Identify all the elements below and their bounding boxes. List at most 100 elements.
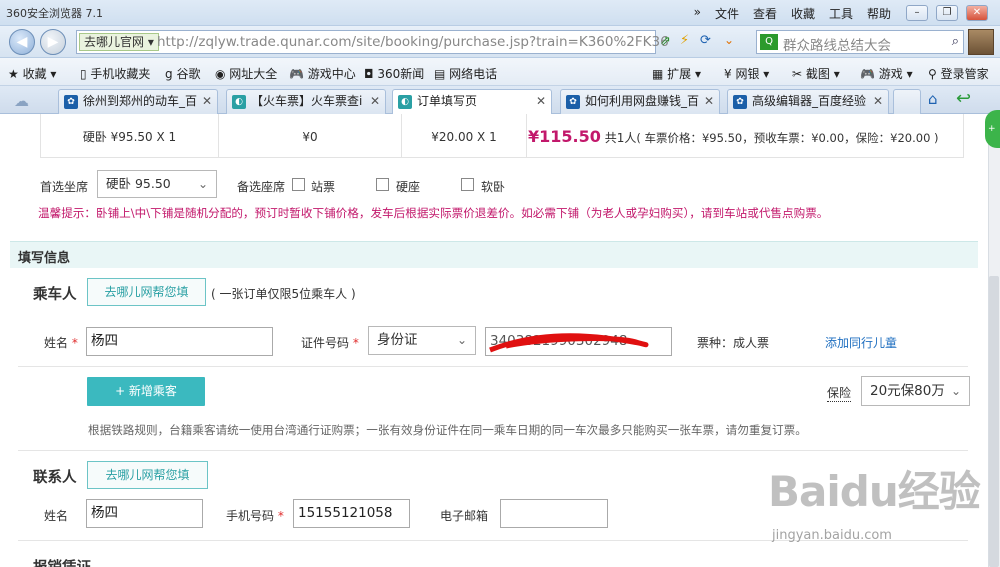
- undo-icon[interactable]: ↩: [956, 88, 971, 109]
- app-title: 360安全浏览器 7.1: [6, 7, 103, 20]
- checkbox-standing[interactable]: [292, 178, 305, 191]
- menu-view[interactable]: 查看: [753, 5, 777, 22]
- bookmark-extensions[interactable]: ▦ 扩展 ▾: [652, 65, 701, 82]
- bookmark-sites[interactable]: ◉ 网址大全: [215, 65, 277, 82]
- bookmark-login[interactable]: ⚲ 登录管家: [928, 65, 989, 82]
- passenger-autofill-button[interactable]: 去哪儿网帮您填: [87, 278, 206, 306]
- chevron-down-icon: ⌄: [456, 333, 467, 347]
- bookmark-bank[interactable]: ¥ 网银 ▾: [724, 65, 769, 82]
- bookmark-label: 截图: [805, 67, 830, 81]
- tab-5[interactable]: ✿ 高级编辑器_百度经验 ✕: [727, 89, 889, 114]
- new-tab-button[interactable]: [893, 89, 921, 114]
- section-title: 填写信息: [18, 251, 71, 266]
- bookmark-label: 网银: [735, 67, 760, 81]
- menu-arrow-icon[interactable]: »: [694, 5, 701, 22]
- url-bar[interactable]: 去哪儿官网 ▾ http://zqlyw.trade.qunar.com/sit…: [76, 30, 669, 54]
- tab-label: 徐州到郑州的动车_百: [83, 94, 198, 108]
- chevron-down-icon: ⌄: [197, 177, 208, 191]
- required-mark: *: [71, 336, 78, 350]
- camel-icon: ◐: [398, 95, 412, 109]
- option-soft-sleeper: 软卧: [481, 180, 506, 194]
- contact-name-input[interactable]: 杨四: [86, 499, 203, 528]
- close-tab-icon[interactable]: ✕: [202, 90, 212, 113]
- contact-autofill-button[interactable]: 去哪儿网帮您填: [87, 461, 208, 489]
- id-type-value: 身份证: [377, 332, 418, 348]
- back-button[interactable]: ◀: [9, 29, 35, 55]
- maximize-button[interactable]: ❐: [936, 5, 958, 21]
- menu-tools[interactable]: 工具: [829, 5, 853, 22]
- avatar[interactable]: [968, 29, 994, 55]
- add-child-link[interactable]: 添加同行儿童: [825, 334, 897, 351]
- cloud-icon[interactable]: ☁: [14, 92, 29, 110]
- seat-pref-label: 首选坐席: [40, 180, 89, 194]
- url-text[interactable]: http://zqlyw.trade.qunar.com/site/bookin…: [157, 34, 669, 50]
- dropdown-icon[interactable]: ⌄: [724, 33, 734, 47]
- phone-input[interactable]: 15155121058: [293, 499, 410, 528]
- price-seat: 硬卧 ¥95.50 X 1: [41, 114, 219, 158]
- menu-favorites[interactable]: 收藏: [791, 5, 815, 22]
- add-passenger-button[interactable]: + 新增乘客: [87, 377, 205, 406]
- insurance-label: 保险: [827, 386, 852, 402]
- tab-1[interactable]: ✿ 徐州到郑州的动车_百 ✕: [58, 89, 218, 114]
- baidu-watermark: Baidu经验: [768, 458, 981, 519]
- tab-label: 【火车票】火车票查i: [251, 94, 363, 108]
- bookmark-label: 谷歌: [176, 67, 201, 81]
- bookmark-news[interactable]: ◘ 360新闻: [364, 65, 424, 82]
- site-chip[interactable]: 去哪儿官网 ▾: [79, 33, 159, 51]
- receipt-heading: 报销凭证: [33, 556, 91, 567]
- checkbox-soft-sleeper[interactable]: [461, 178, 474, 191]
- id-type-select[interactable]: 身份证 ⌄: [368, 326, 476, 355]
- seat-pref-select[interactable]: 硬卧 95.50 ⌄: [97, 170, 217, 198]
- bookmark-screenshot[interactable]: ✂ 截图 ▾: [792, 65, 840, 82]
- refresh-icon[interactable]: ⟳: [700, 33, 711, 48]
- email-input[interactable]: [500, 499, 608, 528]
- close-tab-icon[interactable]: ✕: [536, 90, 546, 113]
- checkbox-hard-seat[interactable]: [376, 178, 389, 191]
- bookmark-phone[interactable]: ▤ 网络电话: [434, 65, 497, 82]
- home-icon[interactable]: ⌂: [928, 90, 938, 108]
- tab-4[interactable]: ✿ 如何利用网盘赚钱_百 ✕: [560, 89, 720, 114]
- bookmark-games[interactable]: 🎮 游戏中心: [289, 65, 356, 82]
- scrollbar-thumb[interactable]: [989, 276, 999, 567]
- contact-heading: 联系人: [33, 470, 77, 486]
- search-box[interactable]: Q 群众路线总结大会 ⌕: [756, 30, 964, 54]
- search-engine-icon[interactable]: Q: [760, 34, 778, 50]
- id-number-input[interactable]: 3403821990302948: [485, 327, 672, 356]
- bookmark-label: 游戏中心: [307, 67, 356, 81]
- passenger-name-input[interactable]: 杨四: [86, 327, 273, 356]
- close-tab-icon[interactable]: ✕: [704, 90, 714, 113]
- contact-name-label: 姓名: [44, 509, 69, 523]
- bookmark-label: 扩展: [667, 67, 692, 81]
- minimize-button[interactable]: –: [906, 5, 928, 21]
- close-button[interactable]: ✕: [966, 5, 988, 21]
- tab-3-active[interactable]: ◐ 订单填写页 ✕: [392, 89, 552, 115]
- seat-pref-value: 硬卧 95.50: [106, 176, 171, 191]
- share-icon[interactable]: ⇗: [660, 34, 671, 49]
- search-input[interactable]: 群众路线总结大会: [783, 34, 891, 54]
- bookmark-label: 收藏: [22, 67, 47, 81]
- menu-help[interactable]: 帮助: [867, 5, 891, 22]
- tab-label: 高级编辑器_百度经验: [752, 94, 867, 108]
- search-icon[interactable]: ⌕: [952, 34, 959, 49]
- close-tab-icon[interactable]: ✕: [370, 90, 380, 113]
- floating-widget[interactable]: +: [985, 110, 1000, 148]
- close-tab-icon[interactable]: ✕: [873, 90, 883, 113]
- bookmark-favorites[interactable]: ★ 收藏 ▾: [8, 65, 56, 82]
- forward-button[interactable]: ▶: [40, 29, 66, 55]
- tab-2[interactable]: ◐ 【火车票】火车票查i ✕: [226, 89, 386, 114]
- paw-icon: ✿: [566, 95, 580, 109]
- menu-file[interactable]: 文件: [715, 5, 739, 22]
- bookmark-games2[interactable]: 🎮 游戏 ▾: [860, 65, 913, 82]
- insurance-value: 20元保80万: [870, 383, 945, 399]
- bookmark-mobile[interactable]: ▯ 手机收藏夹: [80, 65, 150, 82]
- alt-seat-label: 备选座席: [237, 180, 286, 194]
- bookmark-google[interactable]: g 谷歌: [165, 65, 200, 82]
- menu-bar: » 文件 查看 收藏 工具 帮助 👕: [694, 5, 920, 22]
- passenger-limit-note: ( 一张订单仅限5位乘车人 ): [211, 287, 356, 301]
- insurance-select[interactable]: 20元保80万 ⌄: [861, 376, 970, 406]
- bookmark-label: 360新闻: [377, 67, 425, 81]
- speed-icon[interactable]: ⚡: [680, 33, 689, 48]
- bookmark-label: 游戏: [878, 67, 903, 81]
- required-mark: *: [277, 509, 284, 523]
- phone-label: 手机号码 *: [226, 507, 284, 524]
